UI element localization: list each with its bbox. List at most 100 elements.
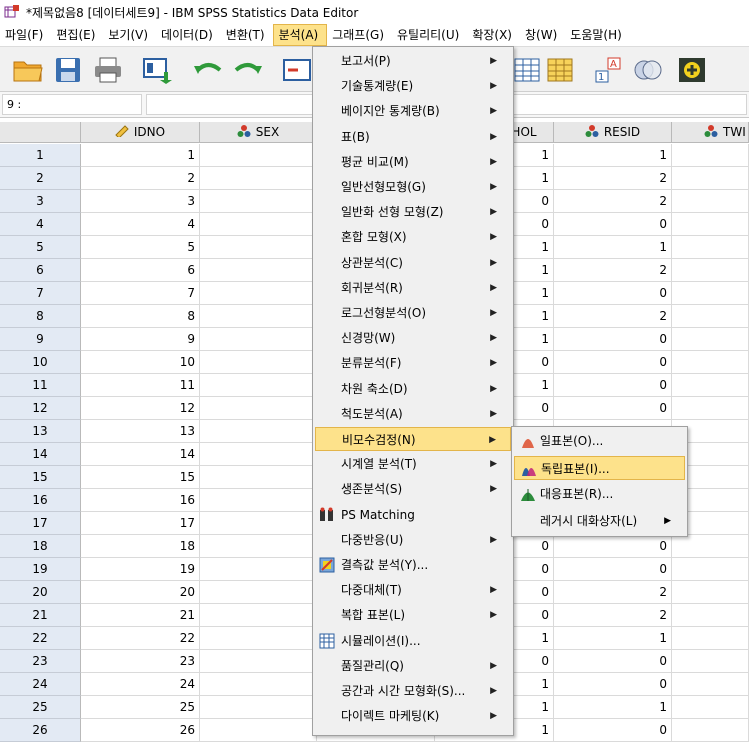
row-header[interactable]: 16 — [0, 489, 81, 512]
data-cell[interactable]: 1 — [554, 236, 672, 259]
analyze-menu-item-21[interactable]: 다중대체(T) ▶ — [315, 578, 511, 602]
data-cell[interactable] — [672, 351, 749, 374]
data-cell[interactable] — [200, 650, 317, 673]
analyze-menu-item-12[interactable]: 분류분석(F) ▶ — [315, 351, 511, 375]
data-cell[interactable] — [200, 374, 317, 397]
analyze-menu-item-15[interactable]: 비모수검정(N) ▶ — [315, 427, 511, 451]
data-cell[interactable] — [200, 144, 317, 167]
analyze-menu-item-11[interactable]: 신경망(W) ▶ — [315, 326, 511, 350]
data-cell[interactable]: 1 — [81, 144, 200, 167]
data-cell[interactable]: 25 — [81, 696, 200, 719]
row-header[interactable]: 9 — [0, 328, 81, 351]
row-header[interactable]: 14 — [0, 443, 81, 466]
data-cell[interactable] — [672, 374, 749, 397]
analyze-menu-item-19[interactable]: 다중반응(U) ▶ — [315, 528, 511, 552]
data-cell[interactable]: 0 — [554, 673, 672, 696]
data-cell[interactable] — [672, 673, 749, 696]
data-cell[interactable] — [200, 328, 317, 351]
data-cell[interactable]: 2 — [81, 167, 200, 190]
data-cell[interactable]: 0 — [554, 351, 672, 374]
grid-corner[interactable] — [0, 122, 81, 143]
data-cell[interactable]: 2 — [554, 167, 672, 190]
data-cell[interactable]: 14 — [81, 443, 200, 466]
data-cell[interactable] — [200, 719, 317, 742]
data-cell[interactable] — [200, 213, 317, 236]
data-cell[interactable] — [200, 305, 317, 328]
data-cell[interactable] — [672, 305, 749, 328]
data-cell[interactable]: 2 — [554, 259, 672, 282]
analyze-menu-item-7[interactable]: 혼합 모형(X) ▶ — [315, 225, 511, 249]
column-header-sex[interactable]: SEX — [200, 122, 317, 143]
menu-window[interactable]: 창(W) — [520, 24, 565, 46]
data-cell[interactable]: 2 — [554, 190, 672, 213]
data-cell[interactable] — [200, 581, 317, 604]
data-cell[interactable]: 0 — [554, 535, 672, 558]
data-cell[interactable] — [200, 236, 317, 259]
data-cell[interactable]: 1 — [554, 627, 672, 650]
data-cell[interactable]: 10 — [81, 351, 200, 374]
row-header[interactable]: 11 — [0, 374, 81, 397]
data-cell[interactable] — [672, 190, 749, 213]
analyze-menu-item-25[interactable]: 공간과 시간 모형화(S)... ▶ — [315, 679, 511, 703]
analyze-menu-item-3[interactable]: 표(B) ▶ — [315, 125, 511, 149]
menu-utilities[interactable]: 유틸리티(U) — [392, 24, 467, 46]
menu-graphs[interactable]: 그래프(G) — [327, 24, 392, 46]
analyze-menu-item-24[interactable]: 품질관리(Q) ▶ — [315, 654, 511, 678]
data-cell[interactable] — [672, 627, 749, 650]
analyze-menu-item-14[interactable]: 척도분석(A) ▶ — [315, 402, 511, 426]
menu-file[interactable]: 파일(F) — [0, 24, 51, 46]
data-cell[interactable]: 22 — [81, 627, 200, 650]
data-cell[interactable]: 0 — [554, 397, 672, 420]
row-header[interactable]: 2 — [0, 167, 81, 190]
analyze-menu-item-9[interactable]: 회귀분석(R) ▶ — [315, 276, 511, 300]
analyze-menu-item-20[interactable]: 결측값 분석(Y)... — [315, 553, 511, 577]
data-cell[interactable]: 0 — [554, 328, 672, 351]
data-cell[interactable] — [200, 696, 317, 719]
analyze-menu-item-6[interactable]: 일반화 선형 모형(Z) ▶ — [315, 200, 511, 224]
row-header[interactable]: 12 — [0, 397, 81, 420]
print-icon[interactable] — [92, 56, 124, 84]
row-header[interactable]: 15 — [0, 466, 81, 489]
data-cell[interactable]: 7 — [81, 282, 200, 305]
data-cell[interactable]: 1 — [554, 144, 672, 167]
data-cell[interactable]: 24 — [81, 673, 200, 696]
data-cell[interactable] — [200, 535, 317, 558]
nonparametric-item-3[interactable]: 레거시 대화상자(L) ▶ — [514, 509, 685, 533]
analyze-menu-item-16[interactable]: 시계열 분석(T) ▶ — [315, 452, 511, 476]
data-cell[interactable]: 6 — [81, 259, 200, 282]
data-cell[interactable]: 1 — [554, 696, 672, 719]
data-cell[interactable] — [672, 236, 749, 259]
data-cell[interactable]: 15 — [81, 466, 200, 489]
menu-view[interactable]: 보기(V) — [103, 24, 156, 46]
row-header[interactable]: 17 — [0, 512, 81, 535]
data-cell[interactable]: 0 — [554, 558, 672, 581]
menu-edit[interactable]: 편집(E) — [51, 24, 103, 46]
column-header-resid[interactable]: RESID — [554, 122, 672, 143]
data-cell[interactable]: 8 — [81, 305, 200, 328]
row-header[interactable]: 25 — [0, 696, 81, 719]
value-labels-icon[interactable]: A1 — [592, 56, 624, 84]
data-cell[interactable]: 21 — [81, 604, 200, 627]
column-header-twi[interactable]: TWI — [672, 122, 749, 143]
analyze-menu-item-18[interactable]: PS Matching — [315, 503, 511, 527]
nonparametric-item-0[interactable]: 일표본(O)... — [514, 429, 685, 453]
analyze-menu-item-5[interactable]: 일반선형모형(G) ▶ — [315, 175, 511, 199]
row-header[interactable]: 8 — [0, 305, 81, 328]
row-header[interactable]: 10 — [0, 351, 81, 374]
column-header-idno[interactable]: IDNO — [81, 122, 200, 143]
data-cell[interactable]: 26 — [81, 719, 200, 742]
data-cell[interactable] — [672, 650, 749, 673]
analyze-menu-item-4[interactable]: 평균 비교(M) ▶ — [315, 150, 511, 174]
data-cell[interactable]: 3 — [81, 190, 200, 213]
data-cell[interactable]: 12 — [81, 397, 200, 420]
row-header[interactable]: 22 — [0, 627, 81, 650]
data-cell[interactable]: 0 — [554, 374, 672, 397]
row-header[interactable]: 4 — [0, 213, 81, 236]
analyze-menu-item-2[interactable]: 베이지안 통계량(B) ▶ — [315, 99, 511, 123]
menu-help[interactable]: 도움말(H) — [565, 24, 630, 46]
nonparametric-item-1[interactable]: 독립표본(I)... — [514, 455, 685, 480]
row-header[interactable]: 6 — [0, 259, 81, 282]
row-header[interactable]: 19 — [0, 558, 81, 581]
analyze-menu-item-23[interactable]: 시뮬레이션(I)... — [315, 629, 511, 653]
row-header[interactable]: 13 — [0, 420, 81, 443]
